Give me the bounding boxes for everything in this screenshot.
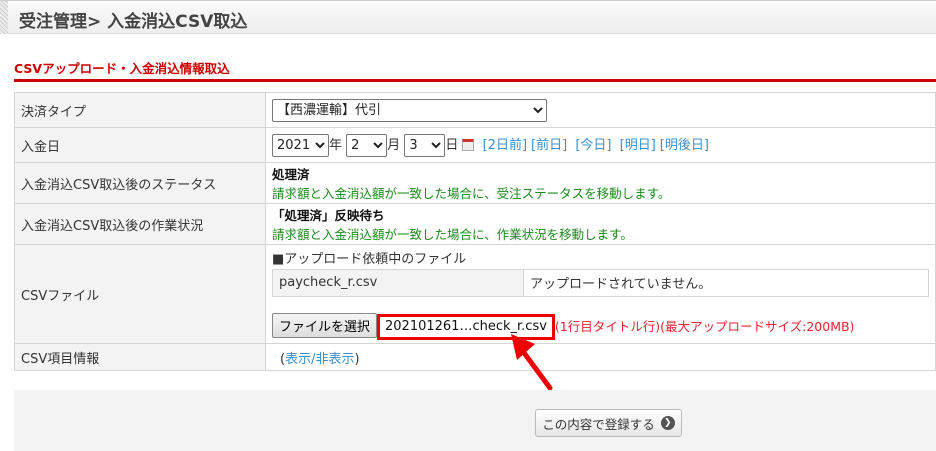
work-status-label: 入金消込CSV取込後の作業状況 bbox=[14, 203, 266, 245]
red-arrow-annotation bbox=[511, 334, 553, 391]
arrow-right-icon: ❯ bbox=[660, 416, 675, 430]
day-unit: 日 bbox=[445, 137, 459, 153]
calendar-icon[interactable] bbox=[462, 139, 475, 151]
today-link[interactable]: [今日] bbox=[575, 138, 611, 153]
two-days-ago-link[interactable]: [2日前] bbox=[483, 138, 527, 153]
work-status-value: 「処理済」反映待ち bbox=[272, 208, 385, 223]
choose-file-button[interactable]: ファイルを選択 bbox=[272, 312, 378, 338]
submit-button[interactable]: この内容で登録する ❯ bbox=[535, 409, 682, 437]
submit-label: この内容で登録する bbox=[542, 416, 655, 432]
month-select[interactable]: 2 bbox=[346, 133, 388, 157]
day-after-tomorrow-link[interactable]: [明後日] bbox=[660, 138, 709, 153]
upload-note: (1行目タイトル行)(最大アップロードサイズ:200MB) bbox=[554, 318, 855, 334]
month-unit: 月 bbox=[387, 137, 401, 153]
section-divider bbox=[14, 79, 936, 82]
form-footer: この内容で登録する ❯ bbox=[14, 390, 936, 451]
page-title: 受注管理> 入金消込CSV取込 bbox=[19, 12, 248, 32]
page-header: 受注管理> 入金消込CSV取込 bbox=[0, 0, 936, 34]
status-note: 請求額と入金消込額が一致した場合に、受注ステータスを移動します。 bbox=[272, 186, 671, 201]
payment-type-select[interactable]: 【西濃運輸】代引 bbox=[272, 98, 547, 122]
pending-file-status: アップロードされていません。 bbox=[523, 268, 929, 297]
paren-close: ) bbox=[354, 351, 360, 367]
year-select[interactable]: 2021 bbox=[272, 133, 329, 157]
day-select[interactable]: 3 bbox=[404, 133, 446, 157]
tomorrow-link[interactable]: [明日] bbox=[620, 138, 656, 153]
payment-type-label: 決済タイプ bbox=[14, 92, 266, 128]
toggle-csv-items-link[interactable]: 表示/非表示 bbox=[285, 352, 354, 367]
status-label: 入金消込CSV取込後のステータス bbox=[14, 162, 266, 204]
date-label: 入金日 bbox=[14, 127, 266, 163]
year-unit: 年 bbox=[329, 137, 343, 153]
section-title: CSVアップロード・入金消込情報取込 bbox=[14, 61, 230, 76]
header-stripe bbox=[0, 1, 8, 34]
pending-files-title: ■アップロード依頼中のファイル bbox=[272, 251, 467, 267]
csv-file-label: CSVファイル bbox=[14, 244, 266, 344]
pending-file-name: paycheck_r.csv bbox=[272, 268, 524, 297]
pending-files-table: paycheck_r.csv アップロードされていません。 bbox=[272, 268, 929, 297]
yesterday-link[interactable]: [前日] bbox=[531, 138, 567, 153]
status-value: 処理済 bbox=[272, 167, 310, 182]
work-status-note: 請求額と入金消込額が一致した場合に、作業状況を移動します。 bbox=[272, 227, 633, 242]
form-table: 決済タイプ 【西濃運輸】代引 入金日 2021 年 2月 3日 [2日前] [前日]… bbox=[14, 92, 936, 371]
csv-items-label: CSV項目情報 bbox=[14, 343, 266, 371]
